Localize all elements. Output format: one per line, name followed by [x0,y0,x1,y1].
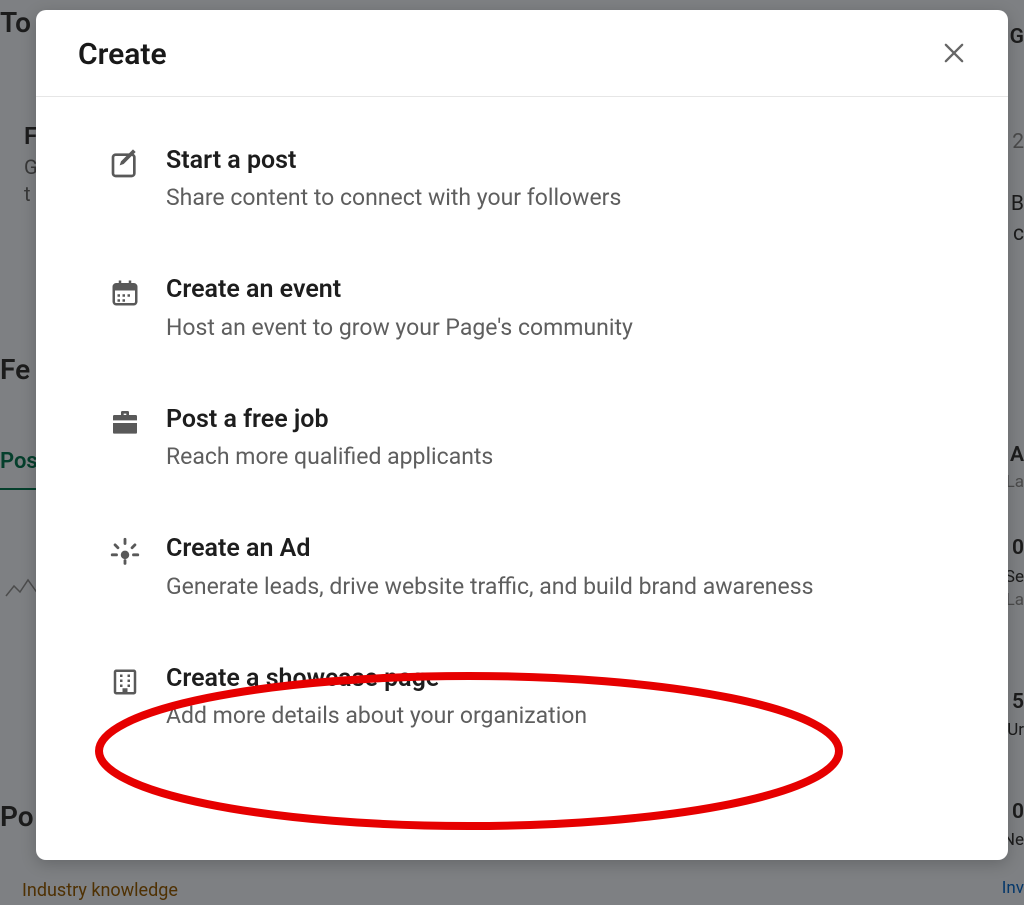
option-desc: Generate leads, drive website traffic, a… [166,571,936,603]
option-create-event[interactable]: Create an event Host an event to grow yo… [108,274,936,343]
option-create-ad[interactable]: Create an Ad Generate leads, drive websi… [108,533,936,602]
building-icon [108,665,142,699]
option-text: Create an event Host an event to grow yo… [166,274,936,343]
modal-title: Create [78,37,167,72]
option-title: Start a post [166,145,936,176]
option-text: Post a free job Reach more qualified app… [166,404,936,473]
compose-icon [108,147,142,181]
option-title: Create an Ad [166,533,936,564]
modal-header: Create [36,10,1008,97]
lightbulb-icon [108,535,142,569]
close-button[interactable] [930,30,978,78]
calendar-icon [108,276,142,310]
option-text: Start a post Share content to connect wi… [166,145,936,214]
option-desc: Add more details about your organization [166,700,936,732]
create-modal: Create Start a post Share content to con… [36,10,1008,860]
option-post-job[interactable]: Post a free job Reach more qualified app… [108,404,936,473]
option-desc: Reach more qualified applicants [166,441,936,473]
option-desc: Share content to connect with your follo… [166,182,936,214]
option-text: Create a showcase page Add more details … [166,663,936,732]
close-icon [940,39,968,70]
option-text: Create an Ad Generate leads, drive websi… [166,533,936,602]
option-title: Post a free job [166,404,936,435]
option-desc: Host an event to grow your Page's commun… [166,312,936,344]
option-title: Create a showcase page [166,663,936,694]
briefcase-icon [108,406,142,440]
option-title: Create an event [166,274,936,305]
option-start-post[interactable]: Start a post Share content to connect wi… [108,145,936,214]
option-create-showcase[interactable]: Create a showcase page Add more details … [108,663,936,732]
modal-body: Start a post Share content to connect wi… [36,97,1008,860]
